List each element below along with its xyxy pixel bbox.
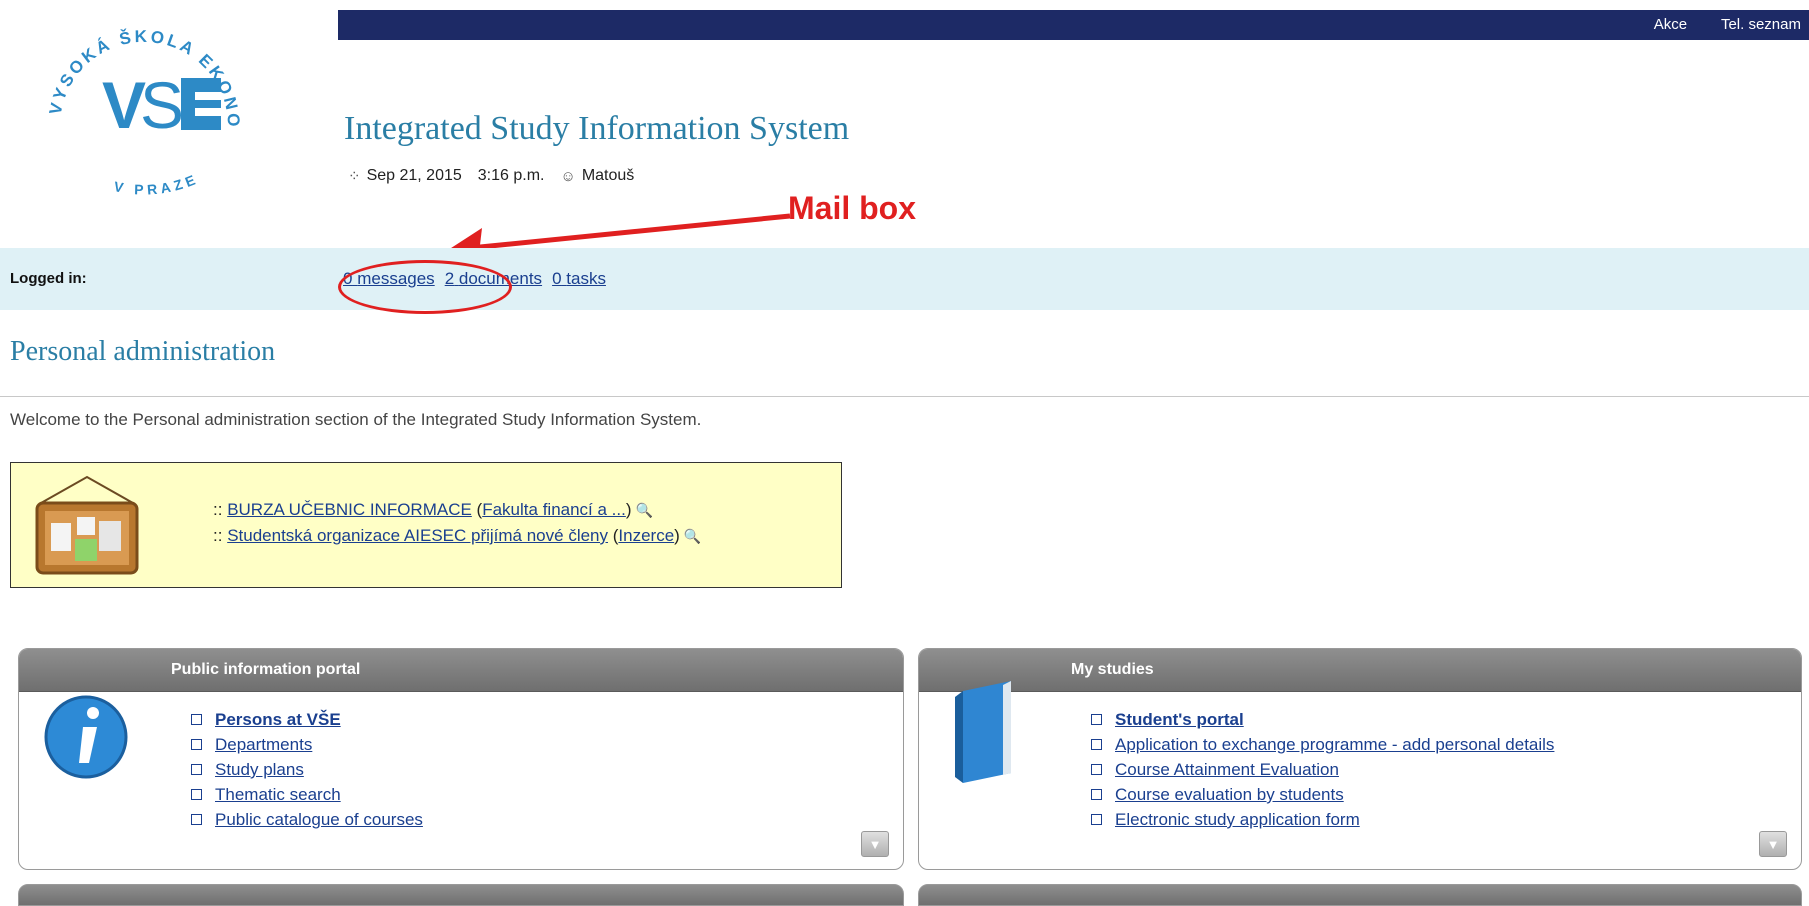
login-status-bar: Logged in: 0 messages 2 documents 0 tasks (0, 248, 1809, 310)
current-time: 3:16 p.m. (477, 167, 545, 184)
panel-header: Public information portal (19, 649, 903, 692)
news-item: :: BURZA UČEBNIC INFORMACE (Fakulta fina… (213, 500, 653, 519)
date-user-line: ⁘ Sep 21, 2015 3:16 p.m. ☺ Matouš (348, 167, 634, 185)
mailbox-annotation-ellipse (338, 260, 512, 314)
section-title: Personal administration (10, 336, 276, 367)
tasks-link[interactable]: 0 tasks (552, 269, 606, 288)
panel-partial (918, 884, 1802, 906)
logged-in-label: Logged in: (10, 270, 87, 287)
noticeboard-icon (35, 475, 139, 575)
list-item: Student's portal (1091, 707, 1554, 732)
news-title-link[interactable]: Studentská organizace AIESEC přijímá nov… (227, 526, 608, 545)
user-icon: ☺ (560, 167, 576, 185)
svg-text:S: S (140, 68, 184, 142)
nav-link-tel-seznam[interactable]: Tel. seznam (1721, 16, 1801, 33)
news-source-link[interactable]: Inzerce (618, 526, 674, 545)
link-exchange-application[interactable]: Application to exchange programme - add … (1115, 732, 1554, 757)
link-study-plans[interactable]: Study plans (215, 757, 304, 782)
news-source-link[interactable]: Fakulta financí a ... (482, 500, 626, 519)
link-public-catalogue[interactable]: Public catalogue of courses (215, 807, 423, 832)
vse-logo: VYSOKÁ ŠKOLA EKONOMICKÁ V PRAZE V S (20, 8, 240, 198)
list-item: Study plans (191, 757, 423, 782)
info-icon (44, 695, 128, 779)
nav-link-akce[interactable]: Akce (1654, 16, 1687, 33)
welcome-text: Welcome to the Personal administration s… (10, 410, 702, 429)
panel-header: My studies (919, 649, 1801, 692)
news-item: :: Studentská organizace AIESEC přijímá … (213, 526, 702, 545)
link-thematic-search[interactable]: Thematic search (215, 782, 341, 807)
list-item: Public catalogue of courses (191, 807, 423, 832)
divider (0, 396, 1809, 397)
mailbox-annotation-label: Mail box (788, 190, 917, 226)
link-course-attainment[interactable]: Course Attainment Evaluation (1115, 757, 1339, 782)
list-item: Persons at VŠE (191, 707, 423, 732)
list-item: Course Attainment Evaluation (1091, 757, 1554, 782)
link-course-evaluation[interactable]: Course evaluation by students (1115, 782, 1344, 807)
news-title-link[interactable]: BURZA UČEBNIC INFORMACE (227, 500, 472, 519)
panel-public-information-portal: Public information portal Persons at VŠE… (18, 648, 904, 870)
link-study-application[interactable]: Electronic study application form (1115, 807, 1360, 832)
link-persons-at-vse[interactable]: Persons at VŠE (215, 707, 341, 732)
link-students-portal[interactable]: Student's portal (1115, 707, 1244, 732)
link-departments[interactable]: Departments (215, 732, 312, 757)
expand-chevron-icon[interactable]: ▼ (1759, 831, 1787, 857)
current-date: Sep 21, 2015 (366, 167, 462, 184)
user-name: Matouš (581, 167, 635, 184)
list-item: Thematic search (191, 782, 423, 807)
system-title: Integrated Study Information System (344, 110, 850, 147)
clock-icon: ⁘ (348, 168, 361, 185)
list-item: Application to exchange programme - add … (1091, 732, 1554, 757)
list-item: Course evaluation by students (1091, 782, 1554, 807)
panel-partial (18, 884, 904, 906)
book-icon (955, 681, 1011, 783)
top-navigation-bar: Akce Tel. seznam (338, 10, 1809, 40)
expand-chevron-icon[interactable]: ▼ (861, 831, 889, 857)
noticeboard: :: BURZA UČEBNIC INFORMACE (Fakulta fina… (10, 462, 842, 588)
list-item: Departments (191, 732, 423, 757)
magnifier-icon[interactable]: 🔍 (684, 528, 701, 544)
svg-text:V PRAZE: V PRAZE (113, 170, 201, 197)
panel-my-studies: My studies Student's portal Application … (918, 648, 1802, 870)
list-item: Electronic study application form (1091, 807, 1554, 832)
magnifier-icon[interactable]: 🔍 (636, 502, 653, 518)
